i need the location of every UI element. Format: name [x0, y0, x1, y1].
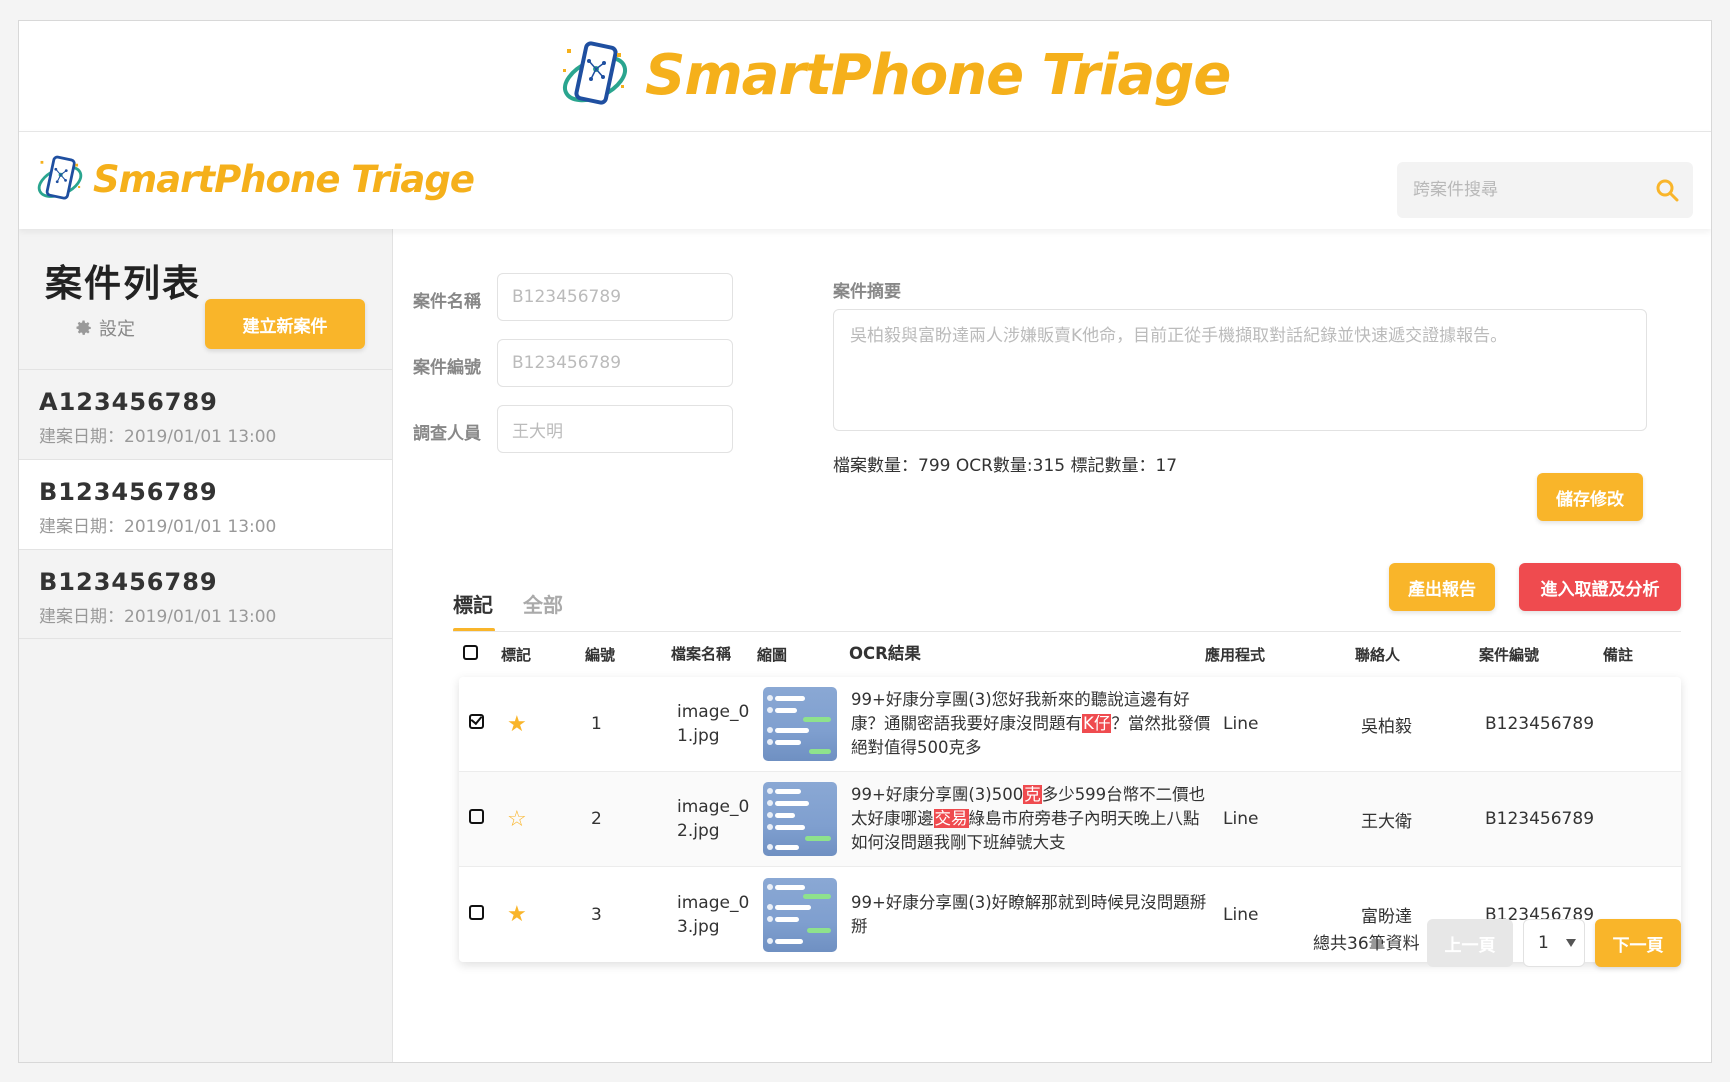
- case-detail: 案件名稱 B123456789 案件編號 B123456789 調查人員 王大明…: [393, 229, 1711, 1062]
- case-number-field[interactable]: B123456789: [497, 339, 733, 387]
- header-logo[interactable]: SmartPhone Triage: [35, 154, 475, 204]
- row-number: 1: [591, 714, 602, 734]
- row-case-number: B123456789: [1485, 809, 1595, 829]
- next-page-button[interactable]: 下一頁: [1595, 919, 1681, 967]
- global-search[interactable]: [1397, 162, 1693, 218]
- investigator-label: 調查人員: [413, 424, 481, 444]
- star-icon[interactable]: ★: [507, 902, 527, 927]
- col-header-filename: 檔案名稱: [671, 645, 732, 663]
- star-outline-icon[interactable]: ☆: [507, 807, 527, 832]
- prev-page-button[interactable]: 上一頁: [1427, 919, 1513, 967]
- keyword-highlight: 克: [1023, 785, 1042, 804]
- col-header-mark: 標記: [501, 645, 532, 664]
- checkbox-icon: [469, 809, 484, 824]
- app-frame: SmartPhone Triage SmartPhone Triage 案件列表: [18, 20, 1712, 1063]
- summary-label: 案件摘要: [833, 282, 901, 302]
- case-sidebar: 案件列表 設定 建立新案件 A123456789 建案日期：2019/01/01…: [19, 229, 393, 1062]
- case-name-label: 案件名稱: [413, 292, 481, 312]
- settings-link[interactable]: 設定: [75, 315, 135, 341]
- gear-icon: [76, 320, 91, 335]
- sidebar-title: 案件列表: [45, 262, 201, 305]
- col-header-thumbnail: 縮圖: [757, 645, 788, 664]
- checkbox-icon: [463, 644, 478, 660]
- select-all-checkbox[interactable]: [453, 644, 499, 664]
- case-id: B123456789: [39, 568, 218, 596]
- col-header-case-number: 案件編號: [1479, 645, 1540, 664]
- new-case-button[interactable]: 建立新案件: [205, 299, 365, 349]
- row-checkbox[interactable]: [459, 904, 505, 925]
- row-app: Line: [1223, 714, 1259, 734]
- table-row[interactable]: ☆ 2 image_02.jpg 99+好康分享團(3)500克多少599台幣不…: [459, 772, 1681, 867]
- case-summary-field[interactable]: 吳柏毅與富盼達兩人涉嫌販賣K他命，目前正從手機擷取對話紀錄並快速遞交證據報告。: [833, 309, 1647, 431]
- case-name-field[interactable]: B123456789: [497, 273, 733, 321]
- col-header-note: 備註: [1603, 645, 1634, 664]
- table-row[interactable]: ★ 1 image_01.jpg 99+好康分享團(3)您好我新來的聽說這邊有好…: [459, 677, 1681, 772]
- row-checkbox[interactable]: [459, 809, 505, 829]
- case-date: 建案日期：2019/01/01 13:00: [39, 427, 277, 447]
- chat-screenshot-thumbnail[interactable]: [763, 687, 837, 761]
- col-header-contact: 聯絡人: [1355, 645, 1401, 664]
- col-header-app: 應用程式: [1205, 645, 1266, 664]
- phone-network-icon: [563, 41, 627, 105]
- header-wordmark: SmartPhone Triage: [93, 157, 475, 201]
- row-filename: image_02.jpg: [677, 797, 750, 841]
- tab-all[interactable]: 全部: [523, 589, 563, 632]
- keyword-highlight: 交易: [933, 809, 969, 828]
- top-banner: SmartPhone Triage: [19, 21, 1711, 131]
- phone-network-icon: [37, 155, 83, 200]
- row-contact: 王大衛: [1361, 811, 1412, 832]
- row-number: 2: [591, 809, 602, 829]
- table-header: 標記 編號 檔案名稱 縮圖 OCR結果 應用程式 聯絡人 案件編號 備註: [453, 635, 1681, 673]
- chat-screenshot-thumbnail[interactable]: [763, 782, 837, 856]
- row-contact: 吳柏毅: [1361, 716, 1412, 737]
- app-header: SmartPhone Triage: [19, 131, 1711, 229]
- checkbox-icon: [469, 904, 484, 920]
- col-header-ocr: OCR結果: [849, 644, 921, 663]
- row-number: 3: [591, 904, 602, 925]
- row-filename: image_01.jpg: [677, 702, 750, 746]
- chat-screenshot-thumbnail[interactable]: [763, 877, 837, 952]
- save-button[interactable]: 儲存修改: [1537, 473, 1643, 521]
- case-id: A123456789: [39, 388, 218, 416]
- search-input[interactable]: [1397, 162, 1637, 218]
- row-case-number: B123456789: [1485, 714, 1595, 734]
- export-report-button[interactable]: 產出報告: [1389, 563, 1495, 611]
- search-icon[interactable]: [1655, 178, 1679, 202]
- case-list-item[interactable]: A123456789 建案日期：2019/01/01 13:00: [19, 369, 392, 459]
- page-number: 1: [1538, 933, 1549, 953]
- col-header-number: 編號: [585, 645, 616, 664]
- case-list: A123456789 建案日期：2019/01/01 13:00 B123456…: [19, 369, 392, 639]
- row-ocr-text: 99+好康分享團(3)好瞭解那就到時候見沒問題掰掰: [851, 892, 1207, 936]
- checkbox-checked-icon: [469, 714, 484, 729]
- total-count: 總共36筆資料: [1313, 934, 1420, 954]
- case-id: B123456789: [39, 478, 218, 506]
- investigator-field[interactable]: 王大明: [497, 405, 733, 453]
- row-ocr-text: 99+好康分享團(3)500克多少599台幣不二價也太好康哪邊交易綠島市府旁巷子…: [851, 785, 1206, 852]
- page-select[interactable]: 1: [1523, 919, 1585, 967]
- case-list-item[interactable]: B123456789 建案日期：2019/01/01 13:00: [19, 459, 392, 549]
- case-date: 建案日期：2019/01/01 13:00: [39, 607, 277, 627]
- settings-label: 設定: [99, 319, 135, 340]
- case-number-label: 案件編號: [413, 358, 481, 378]
- case-list-item[interactable]: B123456789 建案日期：2019/01/01 13:00: [19, 549, 392, 639]
- tab-divider: [453, 631, 1681, 632]
- tab-bar: 標記 全部: [453, 589, 593, 632]
- row-checkbox[interactable]: [459, 714, 505, 734]
- banner-wordmark: SmartPhone Triage: [645, 42, 1231, 108]
- keyword-highlight: K仔: [1082, 714, 1112, 733]
- tab-marked[interactable]: 標記: [453, 589, 495, 632]
- row-app: Line: [1223, 809, 1259, 829]
- row-app: Line: [1223, 904, 1259, 925]
- row-ocr-text: 99+好康分享團(3)您好我新來的聽說這邊有好康？通關密語我要好康沒問題有K仔？…: [851, 690, 1211, 757]
- dropdown-arrow-icon: [1566, 939, 1576, 947]
- case-stats: 檔案數量：799 OCR數量:315 標記數量：17: [833, 456, 1178, 476]
- star-icon[interactable]: ★: [507, 712, 527, 737]
- banner-logo: SmartPhone Triage: [559, 39, 1231, 111]
- row-filename: image_03.jpg: [677, 892, 750, 937]
- case-date: 建案日期：2019/01/01 13:00: [39, 517, 277, 537]
- forensics-analysis-button[interactable]: 進入取證及分析: [1519, 563, 1681, 611]
